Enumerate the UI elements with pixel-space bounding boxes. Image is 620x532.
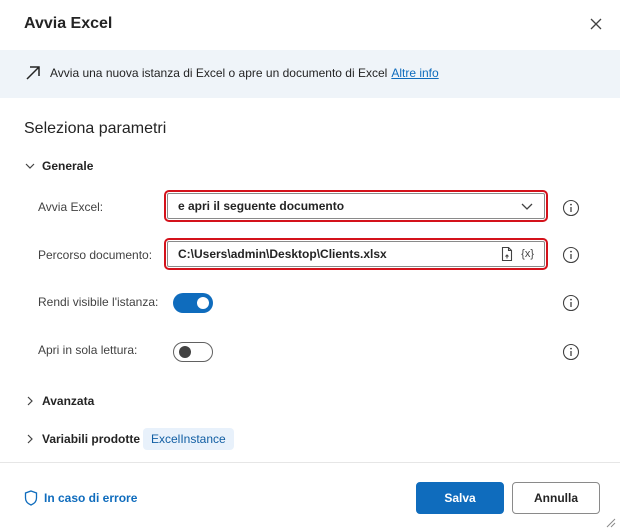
save-button[interactable]: Salva xyxy=(416,482,504,514)
chevron-down-icon xyxy=(521,203,533,210)
more-info-link[interactable]: Altre info xyxy=(391,66,438,80)
file-icon[interactable] xyxy=(499,246,515,262)
resize-grip-icon[interactable] xyxy=(604,516,616,528)
launch-excel-dialog: Avvia Excel Avvia una nuova istanza di E… xyxy=(0,0,620,532)
shield-icon xyxy=(24,490,38,506)
info-banner: Avvia una nuova istanza di Excel o apre … xyxy=(0,50,620,98)
visible-instance-toggle[interactable] xyxy=(173,293,213,313)
banner-description: Avvia una nuova istanza di Excel o apre … xyxy=(50,66,388,80)
chevron-right-icon xyxy=(27,396,33,406)
toggle-knob xyxy=(179,346,191,358)
info-icon[interactable] xyxy=(562,294,580,312)
variable-picker-button[interactable]: {x} xyxy=(521,248,534,260)
group-produced-vars-label: Variabili prodotte xyxy=(42,432,141,446)
dialog-header: Avvia Excel xyxy=(0,0,620,50)
launch-excel-label: Avvia Excel: xyxy=(38,200,104,214)
section-title: Seleziona parametri xyxy=(24,120,167,137)
info-icon[interactable] xyxy=(562,343,580,361)
on-error-link[interactable]: In caso di errore xyxy=(24,490,137,506)
group-general-label: Generale xyxy=(42,159,94,173)
arrow-up-right-icon xyxy=(26,66,40,80)
visible-instance-label: Rendi visibile l'istanza: xyxy=(38,295,159,309)
doc-path-value: C:\Users\admin\Desktop\Clients.xlsx xyxy=(178,247,387,261)
read-only-label: Apri in sola lettura: xyxy=(38,343,138,357)
doc-path-label: Percorso documento: xyxy=(38,248,153,262)
launch-excel-dropdown[interactable]: e apri il seguente documento xyxy=(164,190,548,222)
info-icon[interactable] xyxy=(562,199,580,217)
info-icon[interactable] xyxy=(562,246,580,264)
banner-text: Avvia una nuova istanza di Excel o apre … xyxy=(50,66,439,80)
launch-excel-value: e apri il seguente documento xyxy=(178,199,345,213)
chevron-down-icon xyxy=(25,163,35,169)
chevron-right-icon xyxy=(27,434,33,444)
close-button[interactable] xyxy=(584,12,608,36)
produced-variable-badge[interactable]: ExcelInstance xyxy=(143,428,234,450)
close-icon xyxy=(590,18,602,30)
group-general-header[interactable]: Generale xyxy=(24,159,93,173)
read-only-toggle[interactable] xyxy=(173,342,213,362)
doc-path-input[interactable]: C:\Users\admin\Desktop\Clients.xlsx {x} xyxy=(164,238,548,270)
cancel-button[interactable]: Annulla xyxy=(512,482,600,514)
group-advanced-header[interactable]: Avanzata xyxy=(24,394,94,408)
dialog-title: Avvia Excel xyxy=(24,15,113,32)
group-advanced-label: Avanzata xyxy=(42,394,95,408)
on-error-label: In caso di errore xyxy=(44,491,138,505)
group-produced-vars-header[interactable]: Variabili prodotte xyxy=(24,432,140,446)
footer-divider xyxy=(0,462,620,463)
toggle-knob xyxy=(197,297,209,309)
